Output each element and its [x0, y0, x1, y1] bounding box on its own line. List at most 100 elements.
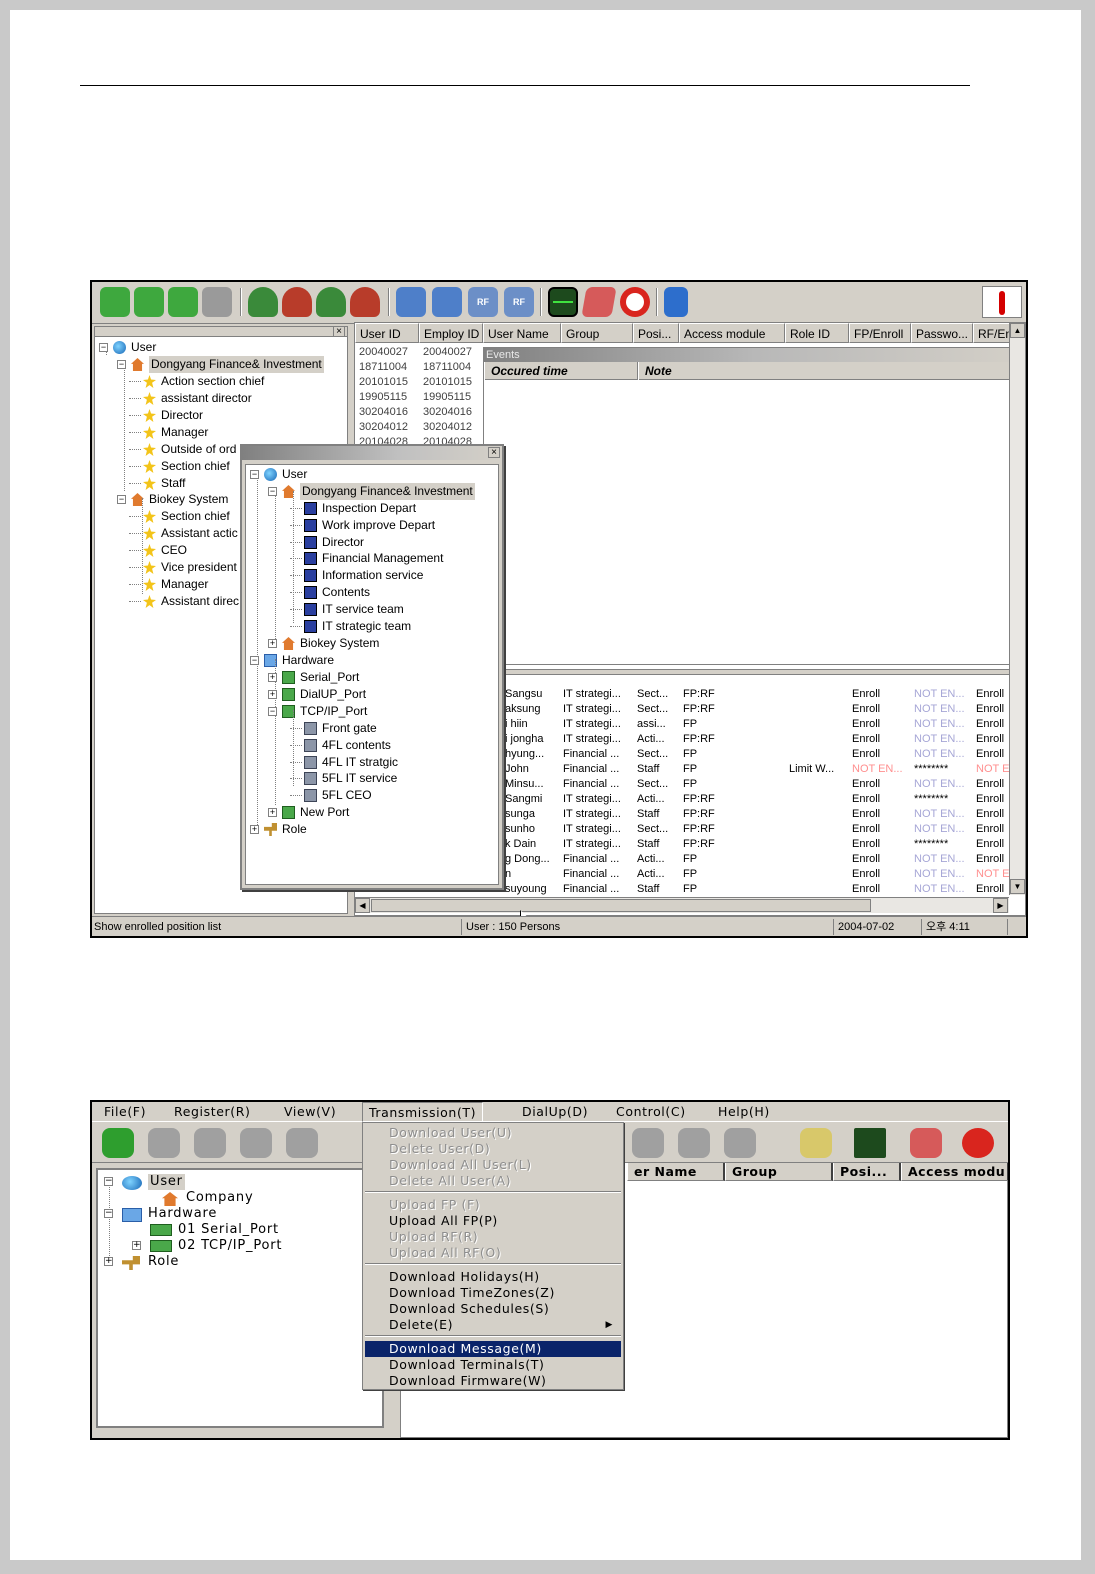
- add-user-icon[interactable]: [286, 1128, 318, 1158]
- menu-control[interactable]: Control(C): [610, 1102, 692, 1122]
- grid-column-header[interactable]: Access module: [679, 323, 785, 343]
- delete-user-icon[interactable]: [282, 287, 312, 317]
- clock-icon[interactable]: [962, 1128, 994, 1158]
- database-icon[interactable]: [102, 1128, 134, 1158]
- user-group-icon[interactable]: [316, 287, 346, 317]
- grid-cell[interactable]: 20101015: [423, 375, 472, 390]
- horizontal-scrollbar[interactable]: ◀ ▶: [355, 897, 1009, 913]
- puzzle-icon[interactable]: [240, 1128, 272, 1158]
- scroll-up-icon[interactable]: ▲: [1010, 323, 1025, 338]
- position-star-icon: [143, 409, 156, 422]
- grid-column-header[interactable]: User ID: [355, 323, 419, 343]
- database-delete-icon[interactable]: [148, 1128, 180, 1158]
- upload-rf-icon[interactable]: RF: [468, 287, 498, 317]
- collapse-icon[interactable]: −: [99, 343, 108, 352]
- grid-cell[interactable]: 30204016: [423, 405, 472, 420]
- grid-cell[interactable]: 20040027: [359, 345, 408, 360]
- close-icon[interactable]: ×: [488, 447, 500, 458]
- grid-cell[interactable]: 18711004: [423, 360, 471, 375]
- column-group[interactable]: Group: [725, 1163, 833, 1181]
- monitor-icon[interactable]: [854, 1128, 886, 1158]
- grid-column-header[interactable]: Passwo...: [911, 323, 973, 343]
- upload-rf-icon[interactable]: [632, 1128, 664, 1158]
- grid-cell[interactable]: 20040027: [423, 345, 472, 360]
- grid-cell[interactable]: 19905115: [359, 390, 407, 405]
- splitter-bar[interactable]: [483, 669, 1025, 675]
- menu-item[interactable]: Download TimeZones(Z): [365, 1285, 621, 1301]
- menu-view[interactable]: View(V): [278, 1102, 342, 1122]
- close-icon[interactable]: ×: [333, 326, 345, 337]
- add-user-icon[interactable]: [248, 287, 278, 317]
- menu-transmission[interactable]: Transmission(T): [362, 1102, 484, 1122]
- collapse-icon[interactable]: −: [104, 1177, 113, 1186]
- scroll-right-icon[interactable]: ▶: [993, 898, 1008, 913]
- menu-file[interactable]: File(F): [98, 1102, 152, 1122]
- grid-column-header[interactable]: Employ ID: [419, 323, 483, 343]
- grid-cell[interactable]: 30204012: [359, 420, 408, 435]
- menu-register[interactable]: Register(R): [168, 1102, 257, 1122]
- collapse-icon[interactable]: −: [250, 470, 259, 479]
- expand-icon[interactable]: +: [250, 825, 259, 834]
- collapse-icon[interactable]: −: [117, 495, 126, 504]
- collapse-icon[interactable]: −: [268, 487, 277, 496]
- expand-icon[interactable]: +: [132, 1241, 141, 1250]
- grid-column-header[interactable]: FP/Enroll: [849, 323, 911, 343]
- grid-column-header[interactable]: Posi...: [633, 323, 679, 343]
- puzzle-icon[interactable]: [202, 287, 232, 317]
- collapse-icon[interactable]: −: [117, 360, 126, 369]
- upload-fp-icon[interactable]: [396, 287, 426, 317]
- menu-item[interactable]: Delete(E) ▶: [365, 1317, 621, 1333]
- menu-item[interactable]: Upload All FP(P): [365, 1213, 621, 1229]
- collapse-icon[interactable]: −: [250, 656, 259, 665]
- grid-column-header[interactable]: Role ID: [785, 323, 849, 343]
- scroll-left-icon[interactable]: ◀: [355, 898, 370, 913]
- clock-icon[interactable]: [620, 287, 650, 317]
- grid-column-header[interactable]: User Name: [483, 323, 561, 343]
- edit-pen-icon[interactable]: [581, 287, 617, 317]
- grid-cell[interactable]: 30204012: [423, 420, 472, 435]
- grid-column-header[interactable]: RF/En: [973, 323, 1011, 343]
- database-icon[interactable]: [100, 287, 130, 317]
- upload-all-rf-icon[interactable]: [678, 1128, 710, 1158]
- column-occured-time[interactable]: Occured time: [484, 362, 638, 380]
- column-note[interactable]: Note: [638, 362, 1025, 380]
- menu-item[interactable]: Download Firmware(W): [365, 1373, 621, 1389]
- rf-card-icon[interactable]: [724, 1128, 756, 1158]
- grid-cell[interactable]: 20101015: [359, 375, 408, 390]
- exit-icon[interactable]: [664, 287, 688, 317]
- monitor-icon[interactable]: [548, 287, 578, 317]
- menu-item[interactable]: Download Terminals(T): [365, 1357, 621, 1373]
- database-info-icon[interactable]: [194, 1128, 226, 1158]
- collapse-icon[interactable]: −: [104, 1209, 113, 1218]
- grid-cell[interactable]: 30204016: [359, 405, 408, 420]
- grid-cell[interactable]: 19905115: [423, 390, 471, 405]
- menu-item[interactable]: Download Message(M): [365, 1341, 621, 1357]
- expand-icon[interactable]: +: [268, 808, 277, 817]
- menu-item-label: Upload All FP(P): [389, 1213, 498, 1228]
- menu-item[interactable]: Download Holidays(H): [365, 1269, 621, 1285]
- edit-pen-icon[interactable]: [910, 1128, 942, 1158]
- popup-titlebar[interactable]: ×: [242, 446, 502, 460]
- scroll-thumb[interactable]: [371, 899, 871, 912]
- grid-cell[interactable]: 18711004: [359, 360, 407, 375]
- database-info-icon[interactable]: [168, 287, 198, 317]
- expand-icon[interactable]: +: [104, 1257, 113, 1266]
- column-access-module[interactable]: Access modu: [901, 1163, 1008, 1181]
- collapse-icon[interactable]: −: [268, 707, 277, 716]
- expand-icon[interactable]: +: [268, 690, 277, 699]
- column-position[interactable]: Posi...: [833, 1163, 901, 1181]
- expand-icon[interactable]: +: [268, 639, 277, 648]
- menu-dialup[interactable]: DialUp(D): [516, 1102, 594, 1122]
- menu-item[interactable]: Download Schedules(S): [365, 1301, 621, 1317]
- grid-column-header[interactable]: Group: [561, 323, 633, 343]
- column-user-name[interactable]: er Name: [627, 1163, 725, 1181]
- user-group-delete-icon[interactable]: [350, 287, 380, 317]
- database-delete-icon[interactable]: [134, 287, 164, 317]
- scroll-down-icon[interactable]: ▼: [1010, 879, 1025, 894]
- menu-help[interactable]: Help(H): [712, 1102, 776, 1122]
- upload-all-fp-icon[interactable]: [432, 287, 462, 317]
- vertical-scrollbar[interactable]: ▲ ▼: [1009, 323, 1025, 895]
- telephone-icon[interactable]: [800, 1128, 832, 1158]
- expand-icon[interactable]: +: [268, 673, 277, 682]
- upload-all-rf-icon[interactable]: RF: [504, 287, 534, 317]
